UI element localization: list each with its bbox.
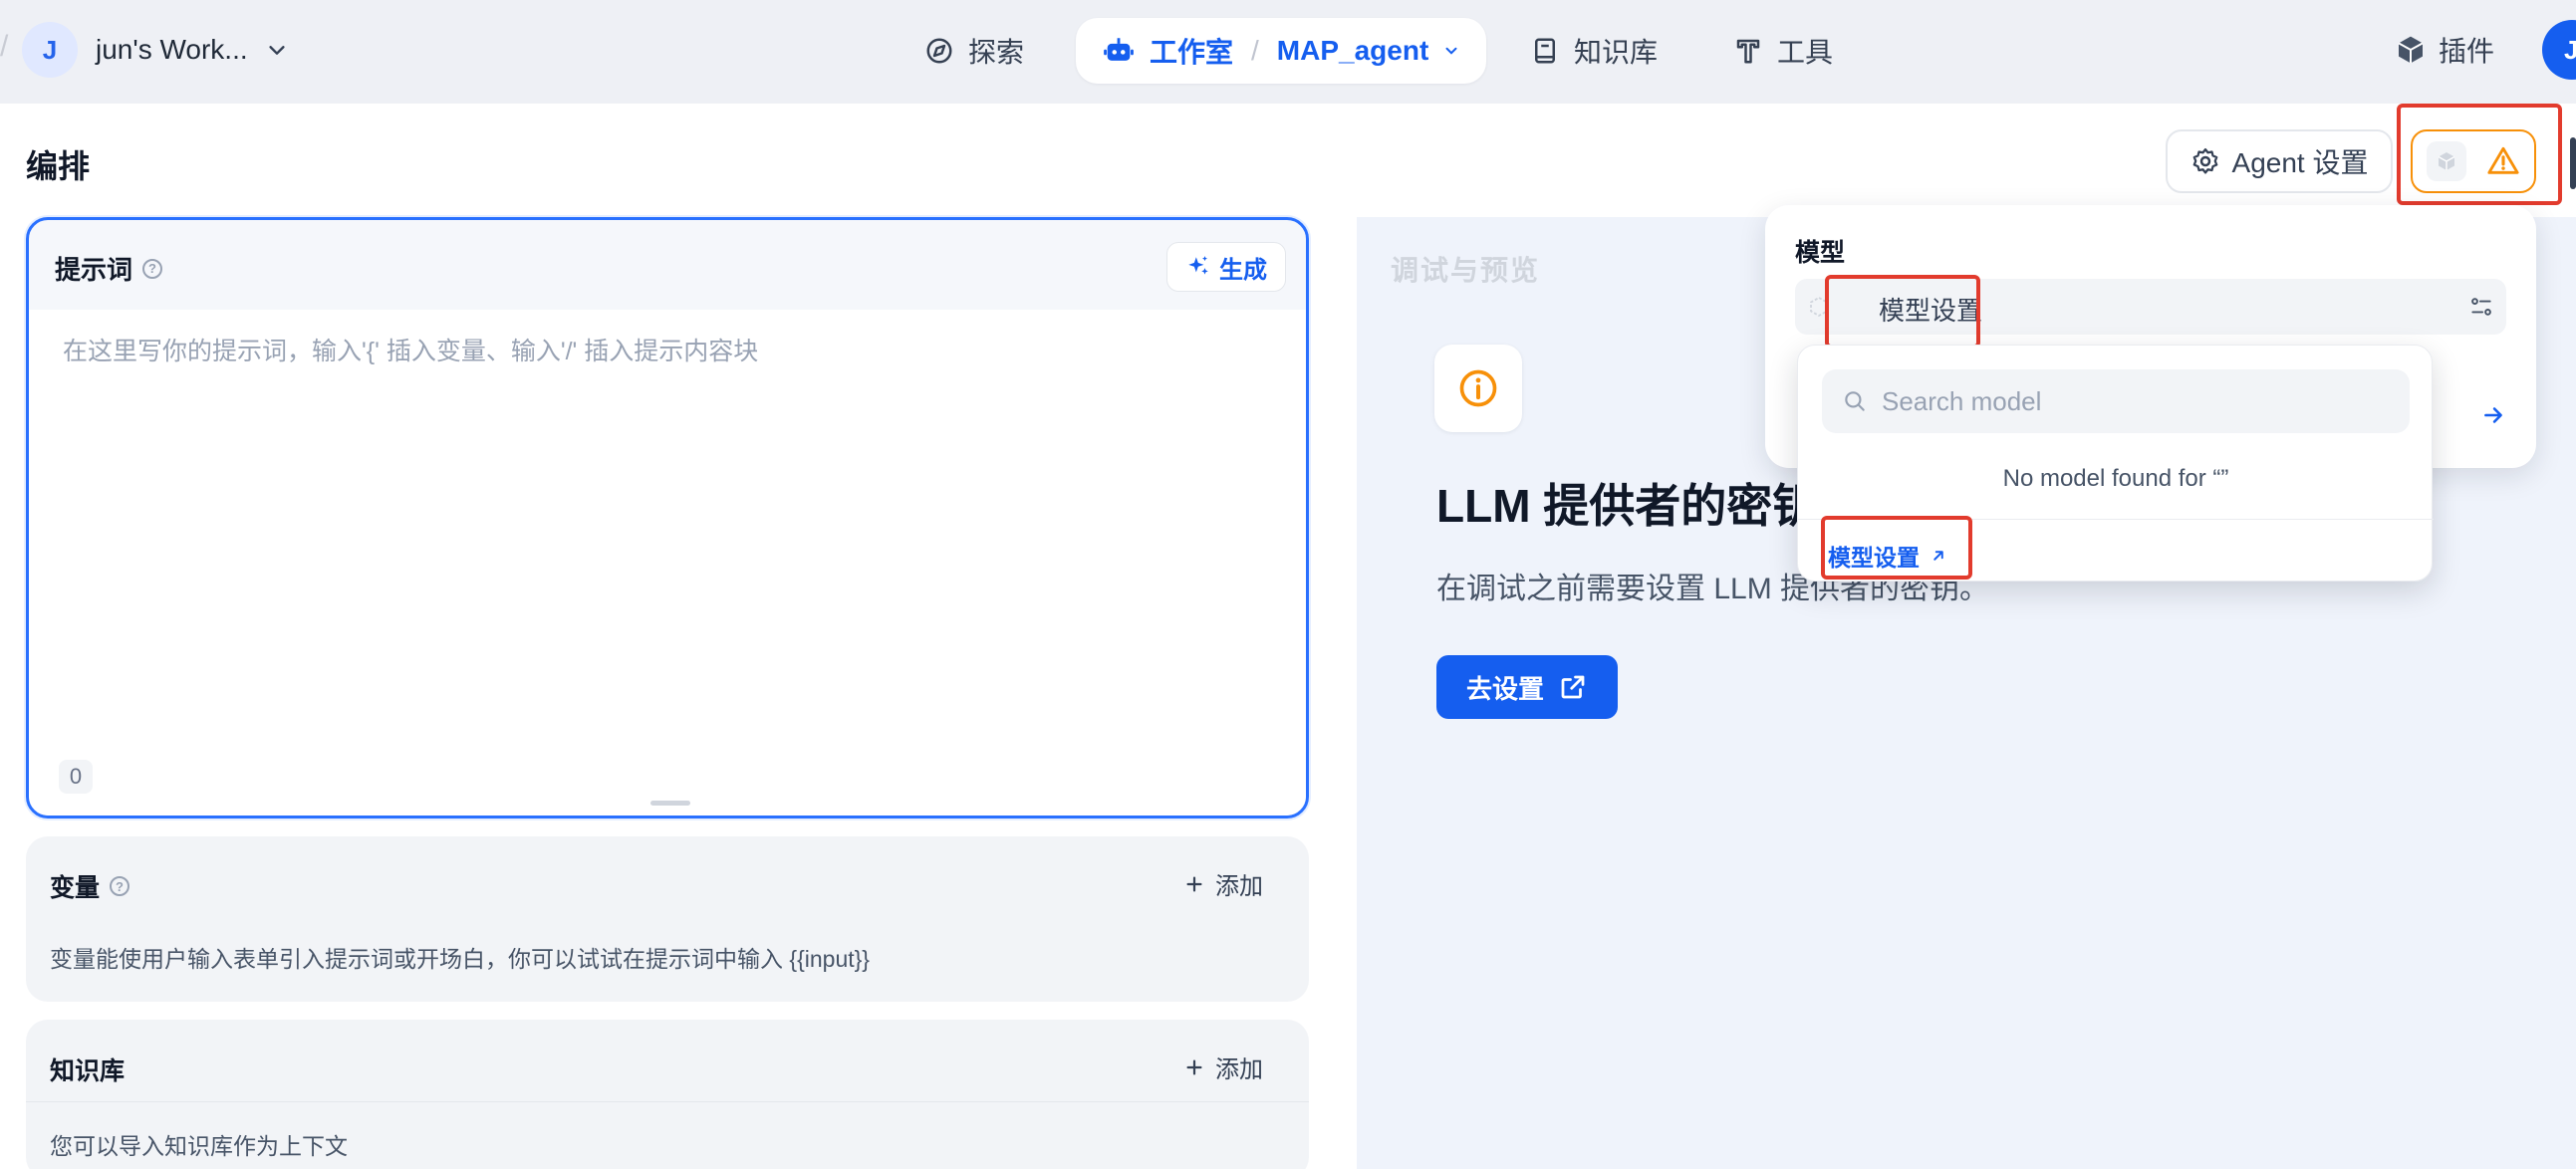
- external-link-icon: [1561, 675, 1585, 699]
- add-knowledge-button[interactable]: 添加: [1183, 1050, 1263, 1084]
- plus-icon: [1186, 875, 1202, 892]
- gear-icon: [2192, 148, 2217, 174]
- add-knowledge-label: 添加: [1215, 1056, 1263, 1083]
- book-icon: [1535, 38, 1555, 64]
- chevron-down-icon: [1445, 47, 1457, 55]
- cube-icon: [2398, 36, 2424, 64]
- variables-section: 变量 ? 添加 变量能使用户输入表单引入提示词或开场白，你可以试试在提示词中输入…: [26, 836, 1309, 1002]
- agent-settings-button[interactable]: Agent 设置: [2166, 129, 2393, 193]
- sparkle-icon: [1188, 256, 1208, 275]
- knowledge-section: 知识库 添加 您可以导入知识库作为上下文: [26, 1020, 1309, 1169]
- nav-plugins-label: 插件: [2439, 36, 2495, 67]
- generate-button[interactable]: 生成: [1166, 242, 1286, 292]
- resize-handle[interactable]: [650, 801, 690, 806]
- nav-studio[interactable]: 工作室 / MAP_agent: [1076, 18, 1487, 84]
- empty-state-text: No model found for “”: [2002, 465, 2229, 492]
- model-search-input[interactable]: [1882, 385, 2400, 417]
- highlight-box: [1821, 516, 1972, 580]
- nav-tools[interactable]: 工具: [1733, 18, 1833, 84]
- char-counter: 0: [59, 760, 93, 794]
- go-settings-button[interactable]: 去设置: [1436, 655, 1618, 719]
- search-icon: [1845, 391, 1865, 411]
- arrow-right-icon[interactable]: [2480, 402, 2506, 428]
- workspace-name: jun's Work...: [96, 34, 248, 65]
- prompt-textarea[interactable]: 在这里写你的提示词，输入'{' 插入变量、输入'/' 插入提示内容块 0: [29, 310, 1306, 816]
- variables-description: 变量能使用户输入表单引入提示词或开场白，你可以试试在提示词中输入 {{input…: [50, 946, 870, 972]
- workspace-avatar: J: [22, 22, 78, 78]
- prompt-editor-card: 提示词 ? 生成 在这里写你的提示词，输入'{' 插入变量、输入'/' 插入提示…: [26, 217, 1309, 818]
- prompt-placeholder: 在这里写你的提示词，输入'{' 插入变量、输入'/' 插入提示内容块: [63, 338, 759, 365]
- variables-title: 变量: [50, 874, 101, 902]
- info-icon: [1434, 345, 1522, 432]
- highlight-box: [1825, 275, 1980, 349]
- breadcrumb-separator: /: [0, 30, 9, 63]
- highlight-box: [2397, 104, 2562, 205]
- nav-separator: /: [1251, 35, 1259, 66]
- help-icon[interactable]: ?: [110, 876, 130, 896]
- add-variable-button[interactable]: 添加: [1183, 866, 1263, 901]
- compass-icon: [926, 38, 952, 64]
- nav-knowledge-label: 知识库: [1574, 37, 1659, 68]
- panel-edge: [2570, 137, 2576, 189]
- agent-settings-label: Agent 设置: [2231, 147, 2369, 178]
- knowledge-description: 您可以导入知识库作为上下文: [50, 1133, 348, 1159]
- generate-label: 生成: [1219, 256, 1267, 284]
- sliders-icon[interactable]: [2468, 294, 2494, 320]
- hammer-icon: [1736, 39, 1760, 64]
- prompt-header: 提示词 ?: [55, 250, 163, 287]
- robot-icon: [1104, 38, 1134, 61]
- knowledge-header: 知识库: [50, 1052, 125, 1087]
- add-variable-label: 添加: [1215, 873, 1263, 900]
- nav-explore-label: 探索: [968, 37, 1025, 68]
- go-settings-label: 去设置: [1465, 673, 1544, 704]
- divider: [26, 1101, 1309, 1102]
- prompt-title: 提示词: [55, 255, 133, 285]
- page-title: 编排: [26, 148, 91, 184]
- knowledge-title: 知识库: [50, 1057, 126, 1085]
- nav-plugins[interactable]: 插件: [2395, 30, 2494, 70]
- help-icon[interactable]: ?: [142, 258, 163, 279]
- chevron-down-icon: [269, 46, 285, 55]
- nav-explore[interactable]: 探索: [924, 18, 1024, 84]
- nav-studio-label: 工作室: [1150, 37, 1234, 68]
- debug-panel-title: 调试与预览: [1391, 255, 1541, 286]
- workspace-switcher[interactable]: J jun's Work...: [22, 22, 288, 78]
- current-app-name[interactable]: MAP_agent: [1277, 35, 1428, 67]
- nav-knowledge[interactable]: 知识库: [1530, 18, 1658, 84]
- plus-icon: [1186, 1058, 1202, 1075]
- model-search[interactable]: [1822, 369, 2410, 433]
- variables-header: 变量 ?: [50, 868, 130, 904]
- nav-tools-label: 工具: [1777, 37, 1834, 68]
- llm-key-title: LLM 提供者的密钥: [1436, 480, 1819, 532]
- model-popover-title: 模型: [1795, 239, 1846, 267]
